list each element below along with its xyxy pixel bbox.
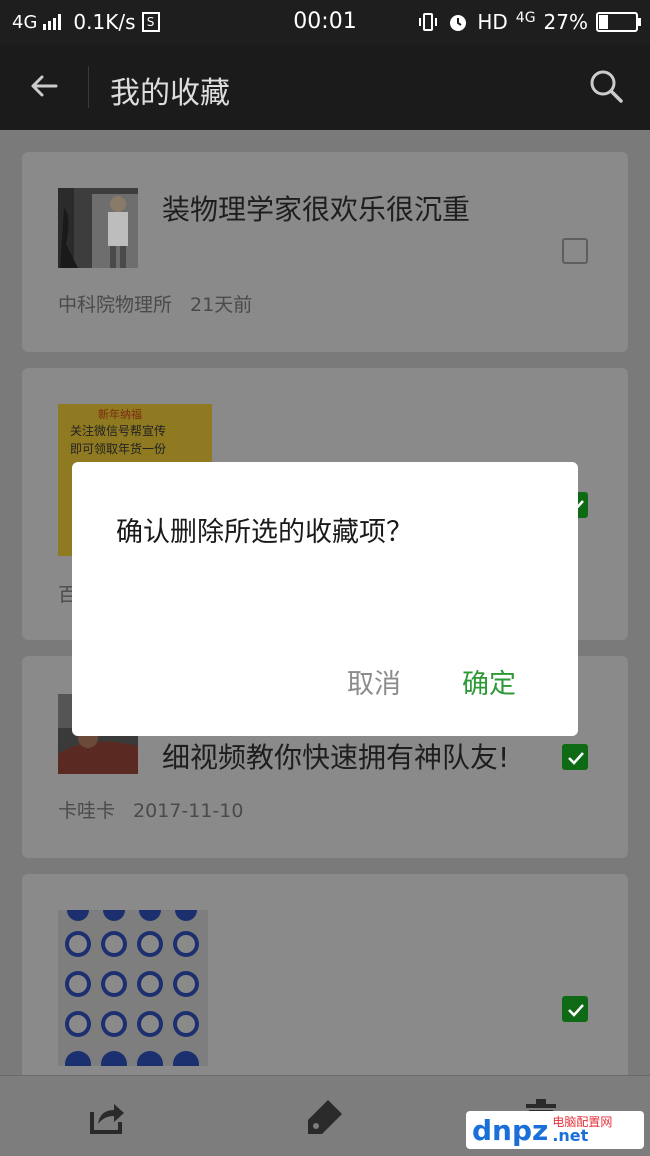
- item-time: 21天前: [190, 294, 253, 316]
- item-checkbox[interactable]: [562, 996, 588, 1022]
- cancel-button[interactable]: 取消: [347, 662, 401, 701]
- alarm-icon: [450, 15, 467, 31]
- back-arrow-icon[interactable]: [28, 70, 60, 102]
- item-source: 卡哇卡: [58, 800, 116, 822]
- item-checkbox[interactable]: [562, 238, 588, 264]
- battery-icon: [596, 12, 641, 32]
- item-thumbnail: [58, 188, 138, 268]
- item-source: 中科院物理所: [58, 294, 173, 316]
- status-bar: 4G 0.1K/s S 00:01 HD 4G 27%: [0, 0, 650, 44]
- dialog-message: 确认删除所选的收藏项？: [116, 517, 413, 548]
- item-time: 2017-11-10: [133, 800, 244, 822]
- item-thumbnail: [58, 910, 208, 1066]
- item-title: 细视频教你快速拥有神队友!: [162, 741, 510, 774]
- app-toolbar: 我的收藏: [0, 44, 650, 130]
- edit-tag-icon[interactable]: [304, 1096, 346, 1138]
- checkmark-icon: [568, 752, 584, 765]
- confirm-button[interactable]: 确定: [462, 662, 516, 701]
- vibrate-icon: [419, 13, 438, 31]
- watermark-en: .net: [552, 1126, 589, 1145]
- thumbnail-text: 关注微信号帮宣传: [70, 424, 167, 438]
- favorite-item[interactable]: 装物理学家很欢乐很沉重 中科院物理所 21天前: [22, 152, 628, 352]
- watermark-logo: dnpz: [472, 1113, 549, 1147]
- item-title: 装物理学家很欢乐很沉重: [162, 193, 471, 226]
- item-meta: 卡哇卡 2017-11-10: [58, 796, 243, 823]
- checkmark-icon: [568, 1004, 584, 1017]
- thumbnail-text: 新年纳福: [98, 408, 142, 421]
- favorite-item[interactable]: [22, 874, 628, 1104]
- network-type-right: 4G: [515, 10, 536, 26]
- share-icon[interactable]: [86, 1096, 128, 1138]
- hd-label: HD: [477, 10, 508, 34]
- thumbnail-text: 即可领取年货一份: [70, 442, 167, 456]
- page-title: 我的收藏: [110, 76, 230, 111]
- item-checkbox[interactable]: [562, 744, 588, 770]
- site-watermark: dnpz 电脑配置网 .net: [466, 1111, 644, 1149]
- search-icon[interactable]: [588, 68, 624, 104]
- battery-percent: 27%: [543, 10, 588, 34]
- confirm-delete-dialog: 确认删除所选的收藏项？ 取消 确定: [72, 462, 578, 736]
- item-meta: 中科院物理所 21天前: [58, 290, 252, 317]
- toolbar-divider: [88, 66, 89, 108]
